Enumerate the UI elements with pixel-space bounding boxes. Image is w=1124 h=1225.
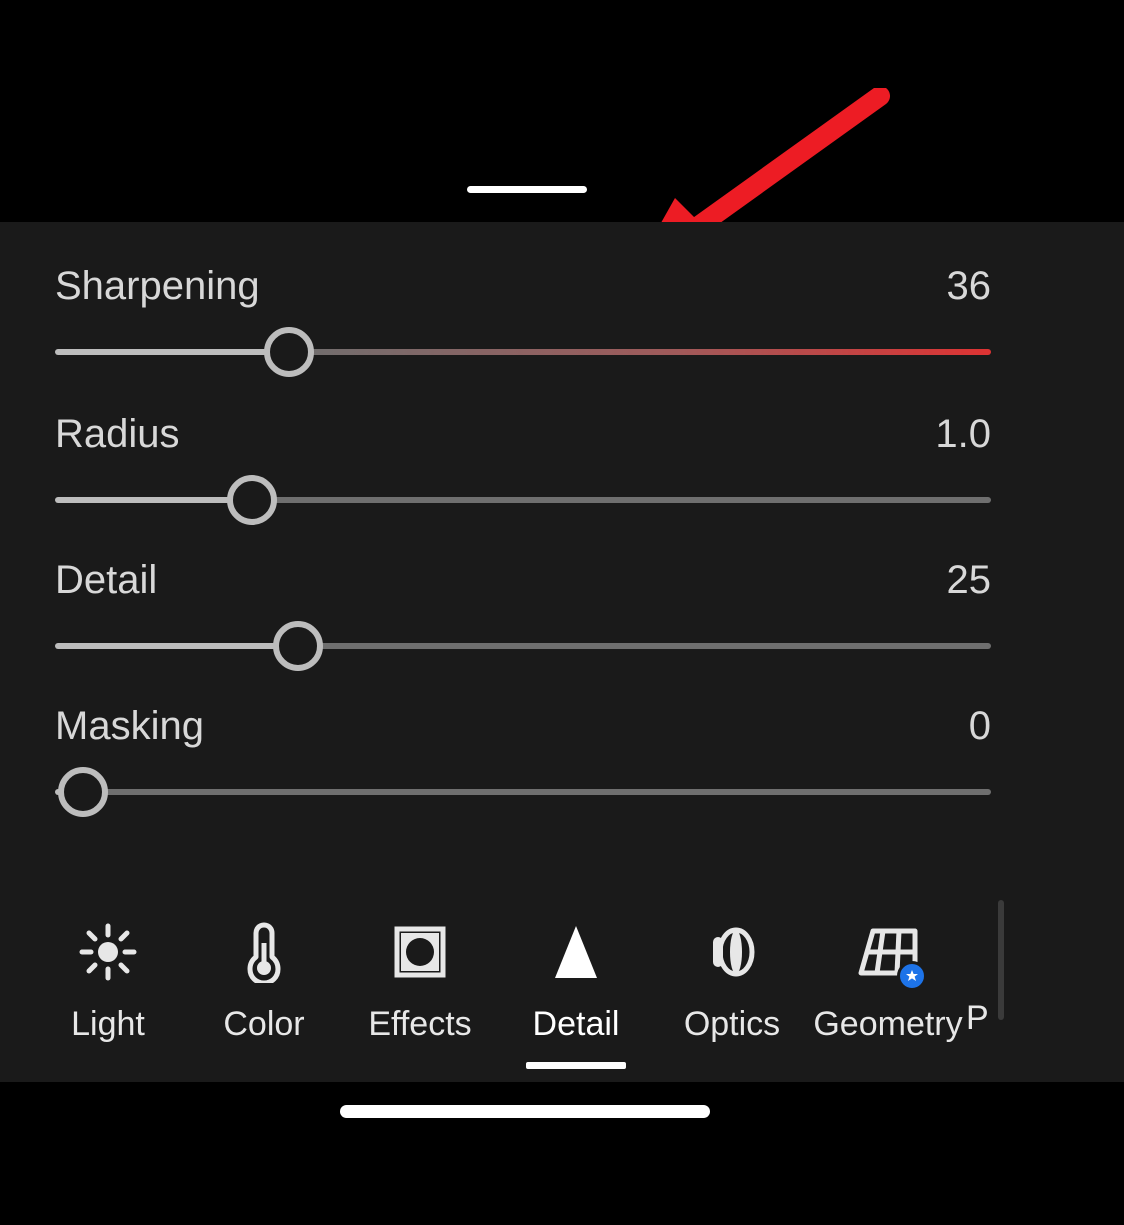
sharpening-thumb[interactable] bbox=[264, 327, 314, 377]
sharpening-value: 36 bbox=[947, 264, 992, 309]
lens-icon bbox=[701, 921, 763, 983]
tab-geometry-label: Geometry bbox=[813, 1005, 962, 1044]
detail-panel: Sharpening 36 Radius 1.0 D bbox=[0, 222, 1124, 882]
perspective-icon bbox=[857, 921, 919, 983]
radius-slider[interactable] bbox=[55, 475, 991, 525]
sharpening-slider[interactable] bbox=[55, 327, 991, 377]
tab-optics[interactable]: Optics bbox=[654, 897, 810, 1067]
premium-badge-icon bbox=[897, 961, 927, 991]
tab-detail[interactable]: Detail bbox=[498, 897, 654, 1067]
tab-overflow-label: P bbox=[966, 999, 989, 1038]
tab-light-label: Light bbox=[71, 1005, 145, 1044]
home-indicator[interactable] bbox=[340, 1105, 710, 1118]
tab-geometry[interactable]: Geometry bbox=[810, 897, 966, 1067]
detail-slider-group: Detail 25 bbox=[55, 558, 991, 671]
radius-value: 1.0 bbox=[935, 412, 991, 457]
masking-value: 0 bbox=[969, 704, 991, 749]
tab-optics-label: Optics bbox=[684, 1005, 780, 1044]
drag-handle[interactable] bbox=[467, 186, 587, 193]
tab-effects[interactable]: Effects bbox=[342, 897, 498, 1067]
sharpening-label: Sharpening bbox=[55, 264, 260, 309]
vignette-icon bbox=[389, 921, 451, 983]
detail-label: Detail bbox=[55, 558, 157, 603]
tab-effects-label: Effects bbox=[368, 1005, 471, 1044]
thermometer-icon bbox=[233, 921, 295, 983]
radius-slider-group: Radius 1.0 bbox=[55, 412, 991, 525]
detail-thumb[interactable] bbox=[273, 621, 323, 671]
detail-slider[interactable] bbox=[55, 621, 991, 671]
detail-value: 25 bbox=[947, 558, 992, 603]
light-icon bbox=[77, 921, 139, 983]
tab-detail-label: Detail bbox=[533, 1005, 620, 1044]
tab-color-label: Color bbox=[223, 1005, 304, 1044]
triangle-icon bbox=[545, 921, 607, 983]
tabbar-divider bbox=[998, 900, 1004, 1020]
sharpening-slider-group: Sharpening 36 bbox=[55, 264, 991, 377]
tab-color[interactable]: Color bbox=[186, 897, 342, 1067]
tab-light[interactable]: Light bbox=[30, 897, 186, 1067]
masking-slider[interactable] bbox=[55, 767, 991, 817]
edit-tabbar: Light Color Effects Detail bbox=[0, 882, 1124, 1082]
tab-overflow-partial[interactable]: P bbox=[966, 927, 1026, 1038]
radius-thumb[interactable] bbox=[227, 475, 277, 525]
radius-label: Radius bbox=[55, 412, 180, 457]
masking-thumb[interactable] bbox=[58, 767, 108, 817]
masking-slider-group: Masking 0 bbox=[55, 704, 991, 817]
masking-label: Masking bbox=[55, 704, 204, 749]
